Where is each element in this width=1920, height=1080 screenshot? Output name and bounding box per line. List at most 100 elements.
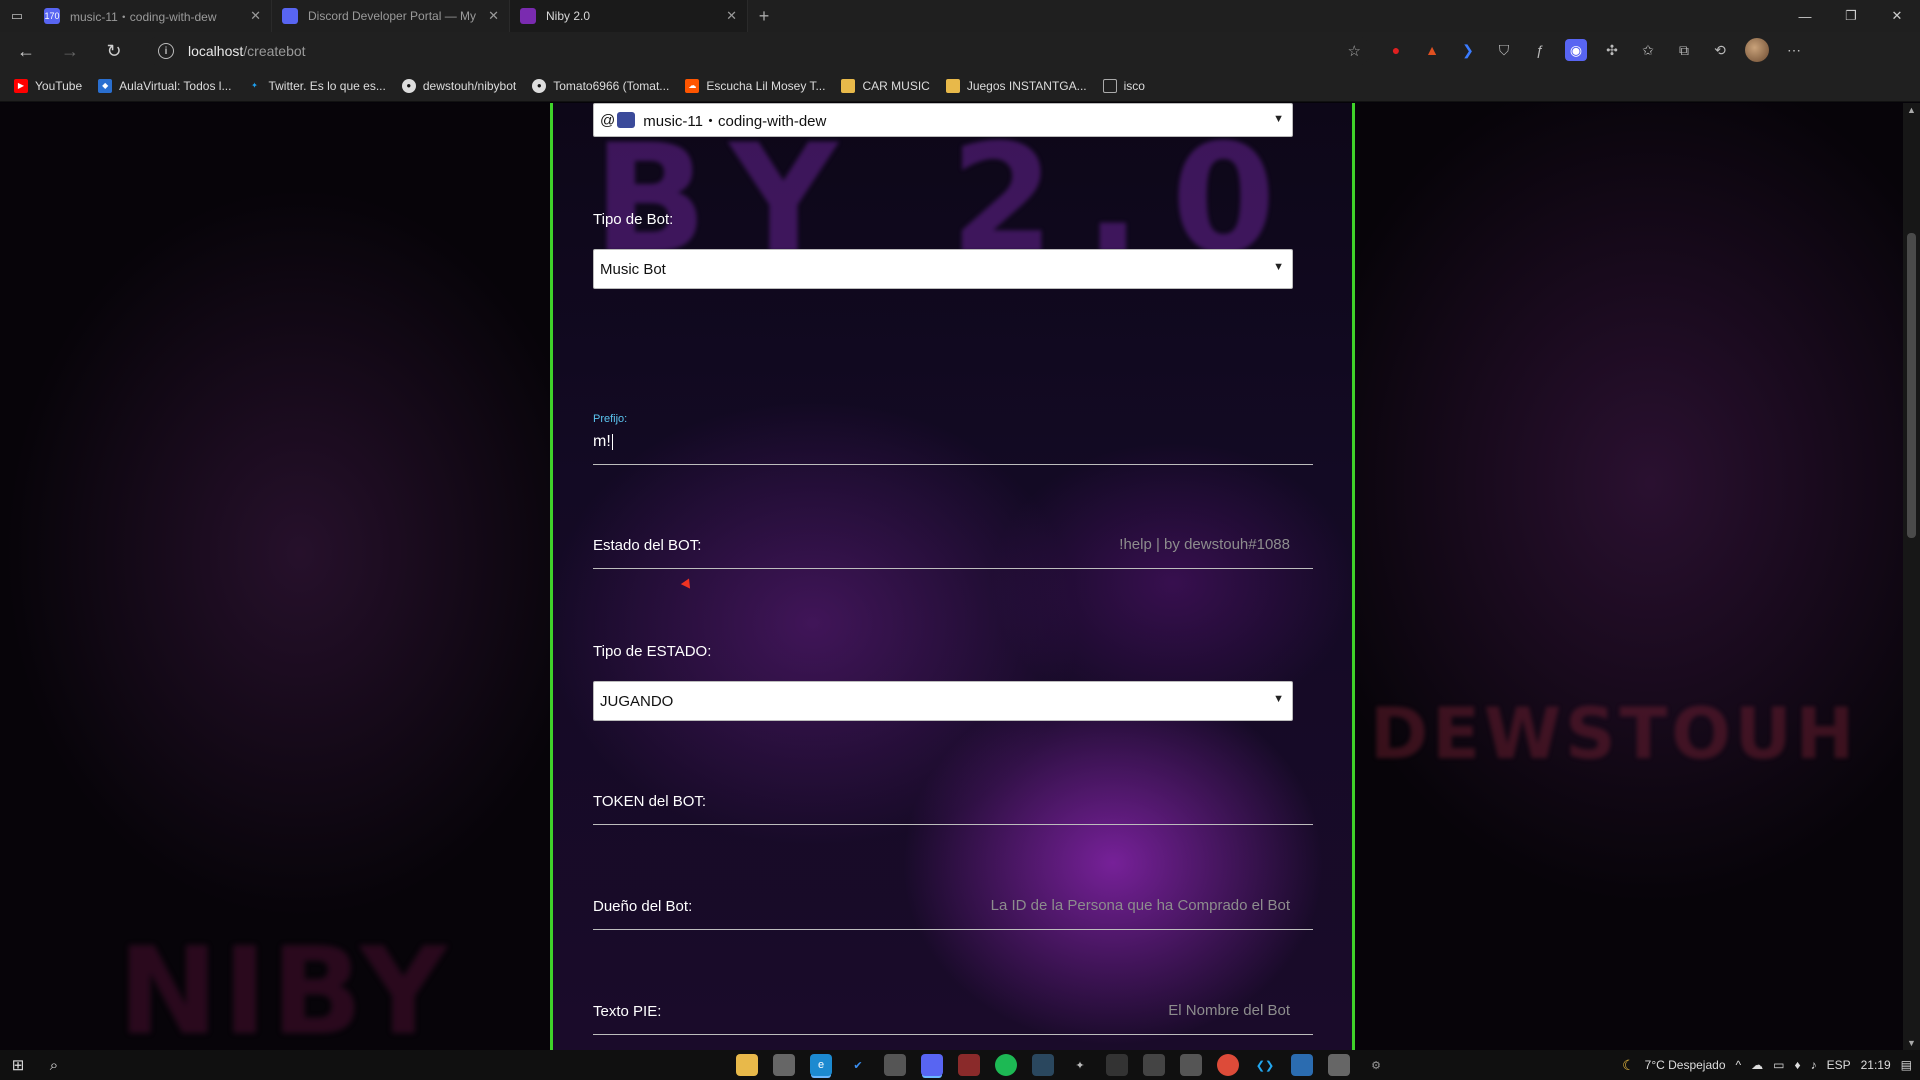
extension-script-icon[interactable]: ƒ: [1529, 39, 1551, 61]
prefix-input[interactable]: m!: [593, 433, 613, 451]
extensions-puzzle-icon[interactable]: ✣: [1601, 39, 1623, 61]
bot-type-select[interactable]: Music Bot ▼: [593, 249, 1293, 289]
chevron-down-icon: ▼: [1273, 113, 1284, 125]
history-icon[interactable]: ⟲: [1709, 39, 1731, 61]
bookmark-github-tomato[interactable]: ● Tomato6966 (Tomat...: [532, 78, 669, 93]
settings-icon[interactable]: ⚙: [1365, 1054, 1387, 1076]
bookmark-folder-juegos[interactable]: Juegos INSTANTGA...: [945, 78, 1087, 93]
collections-icon[interactable]: ⧉: [1673, 39, 1695, 61]
extension-adblock-icon[interactable]: ●: [1385, 39, 1407, 61]
status-type-select[interactable]: JUGANDO ▼: [593, 681, 1293, 721]
volume-icon[interactable]: ♪: [1811, 1058, 1817, 1072]
file-explorer-icon[interactable]: [736, 1054, 758, 1076]
app-icon[interactable]: [958, 1054, 980, 1076]
microphone-icon[interactable]: ♦: [1794, 1058, 1800, 1072]
new-tab-button[interactable]: +: [748, 0, 780, 32]
bookmark-isco[interactable]: isco: [1102, 78, 1145, 93]
bookmark-twitter[interactable]: ✦ Twitter. Es lo que es...: [247, 78, 386, 93]
status-input[interactable]: !help | by dewstouh#1088: [1119, 536, 1290, 553]
page-scrollbar[interactable]: ▲ ▼: [1903, 103, 1920, 1050]
token-underline: [593, 824, 1313, 825]
tab-actions-icon[interactable]: ▭: [0, 0, 34, 32]
language-indicator[interactable]: ESP: [1827, 1058, 1851, 1072]
close-tab-icon[interactable]: ✕: [726, 8, 737, 24]
bookmark-github-nibybot[interactable]: ● dewstouh/nibybot: [401, 78, 516, 93]
network-icon[interactable]: ▭: [1773, 1058, 1784, 1072]
close-tab-icon[interactable]: ✕: [488, 8, 499, 24]
page-icon: [1102, 78, 1117, 93]
owner-input[interactable]: La ID de la Persona que ha Comprado el B…: [991, 897, 1290, 914]
tab-niby[interactable]: Niby 2.0 ✕: [510, 0, 748, 32]
address-bar[interactable]: i localhost/createbot ☆: [146, 36, 1371, 66]
app-icon[interactable]: ✦: [1069, 1054, 1091, 1076]
token-input[interactable]: [783, 793, 1290, 813]
edge-browser-icon[interactable]: e: [810, 1054, 832, 1076]
notepad-icon[interactable]: [1328, 1054, 1350, 1076]
add-favorite-icon[interactable]: ☆: [1348, 42, 1361, 60]
url-path: /createbot: [243, 43, 306, 59]
discord-favicon-icon: [282, 8, 298, 24]
bookmark-aulavirtual[interactable]: ◆ AulaVirtual: Todos l...: [98, 78, 232, 93]
twitter-icon: ✦: [251, 81, 258, 90]
bookmark-label: AulaVirtual: Todos l...: [119, 78, 232, 93]
chevron-up-icon[interactable]: ^: [1736, 1058, 1742, 1072]
window-controls: — ❐ ✕: [1782, 0, 1920, 32]
tab-bar: ▭ 170 music-11・coding-with-dew ✕ Discord…: [0, 0, 1920, 32]
tab-discord-developer-portal[interactable]: Discord Developer Portal — My ✕: [272, 0, 510, 32]
forward-button[interactable]: →: [52, 33, 88, 69]
database-icon[interactable]: [884, 1054, 906, 1076]
extension-discord-icon[interactable]: ◉: [1565, 39, 1587, 61]
favorites-icon[interactable]: ✩: [1637, 39, 1659, 61]
app-icon[interactable]: [1291, 1054, 1313, 1076]
discord-icon[interactable]: [921, 1054, 943, 1076]
soundcloud-icon: ☁: [685, 78, 700, 93]
channel-select[interactable]: @ music-11・coding-with-dew ▼: [593, 103, 1293, 137]
bookmark-label: Twitter. Es lo que es...: [268, 78, 386, 93]
prefix-label: Prefijo:: [593, 413, 628, 425]
onedrive-icon[interactable]: ☁: [1751, 1058, 1763, 1072]
notifications-icon[interactable]: ▤: [1901, 1058, 1912, 1072]
extension-icon[interactable]: ▲: [1421, 39, 1443, 61]
close-tab-icon[interactable]: ✕: [250, 8, 261, 24]
clock[interactable]: 21:19: [1861, 1058, 1891, 1072]
profile-avatar[interactable]: [1745, 38, 1769, 62]
status-type-value: JUGANDO: [600, 692, 674, 710]
spotify-icon[interactable]: [995, 1054, 1017, 1076]
terminal-icon[interactable]: [1106, 1054, 1128, 1076]
back-button[interactable]: ←: [8, 33, 44, 69]
calculator-icon[interactable]: [1143, 1054, 1165, 1076]
tab-discord-channel[interactable]: 170 music-11・coding-with-dew ✕: [34, 0, 272, 32]
scrollbar-thumb[interactable]: [1907, 233, 1916, 538]
chevron-down-icon: ▼: [1273, 261, 1284, 273]
minimize-icon[interactable]: —: [1782, 0, 1828, 32]
extension-arrow-icon[interactable]: ❯: [1457, 39, 1479, 61]
bookmark-folder-car-music[interactable]: CAR MUSIC: [841, 78, 930, 93]
restore-icon[interactable]: ❐: [1828, 0, 1874, 32]
site-info-icon[interactable]: i: [158, 43, 174, 59]
windows-start-icon[interactable]: ⊞: [0, 1050, 36, 1080]
steam-icon[interactable]: [1032, 1054, 1054, 1076]
github-icon: ●: [401, 78, 416, 93]
scroll-down-icon[interactable]: ▼: [1907, 1038, 1916, 1048]
bookmark-soundcloud[interactable]: ☁ Escucha Lil Mosey T...: [685, 78, 825, 93]
taskbar-apps: e ✔ ✦ ❮❯ ⚙: [736, 1054, 1387, 1076]
weather-text[interactable]: 7°C Despejado: [1645, 1058, 1726, 1072]
scroll-up-icon[interactable]: ▲: [1907, 105, 1916, 115]
chrome-icon[interactable]: [1217, 1054, 1239, 1076]
tab-title: Niby 2.0: [546, 9, 591, 23]
app-icon[interactable]: [1180, 1054, 1202, 1076]
vscode-icon[interactable]: ❮❯: [1254, 1054, 1276, 1076]
background-brand-dewstouh: DEWSTOUH: [1370, 693, 1859, 775]
taskbar: ⊞ ⌕ e ✔ ✦ ❮❯ ⚙ ☾ 7°C Despejado ^ ☁ ▭ ♦ ♪…: [0, 1050, 1920, 1080]
calendar-icon[interactable]: [773, 1054, 795, 1076]
folder-icon: [841, 78, 856, 93]
extension-shield-icon[interactable]: ⛉: [1493, 39, 1515, 61]
footer-text-input[interactable]: El Nombre del Bot: [1168, 1002, 1290, 1019]
todo-icon[interactable]: ✔: [847, 1054, 869, 1076]
bookmark-youtube[interactable]: ▶ YouTube: [14, 78, 82, 93]
reload-button[interactable]: ↻: [96, 33, 132, 69]
more-menu-icon[interactable]: ⋯: [1783, 39, 1805, 61]
moodle-icon: ◆: [98, 78, 113, 93]
close-window-icon[interactable]: ✕: [1874, 0, 1920, 32]
search-icon[interactable]: ⌕: [36, 1050, 72, 1080]
